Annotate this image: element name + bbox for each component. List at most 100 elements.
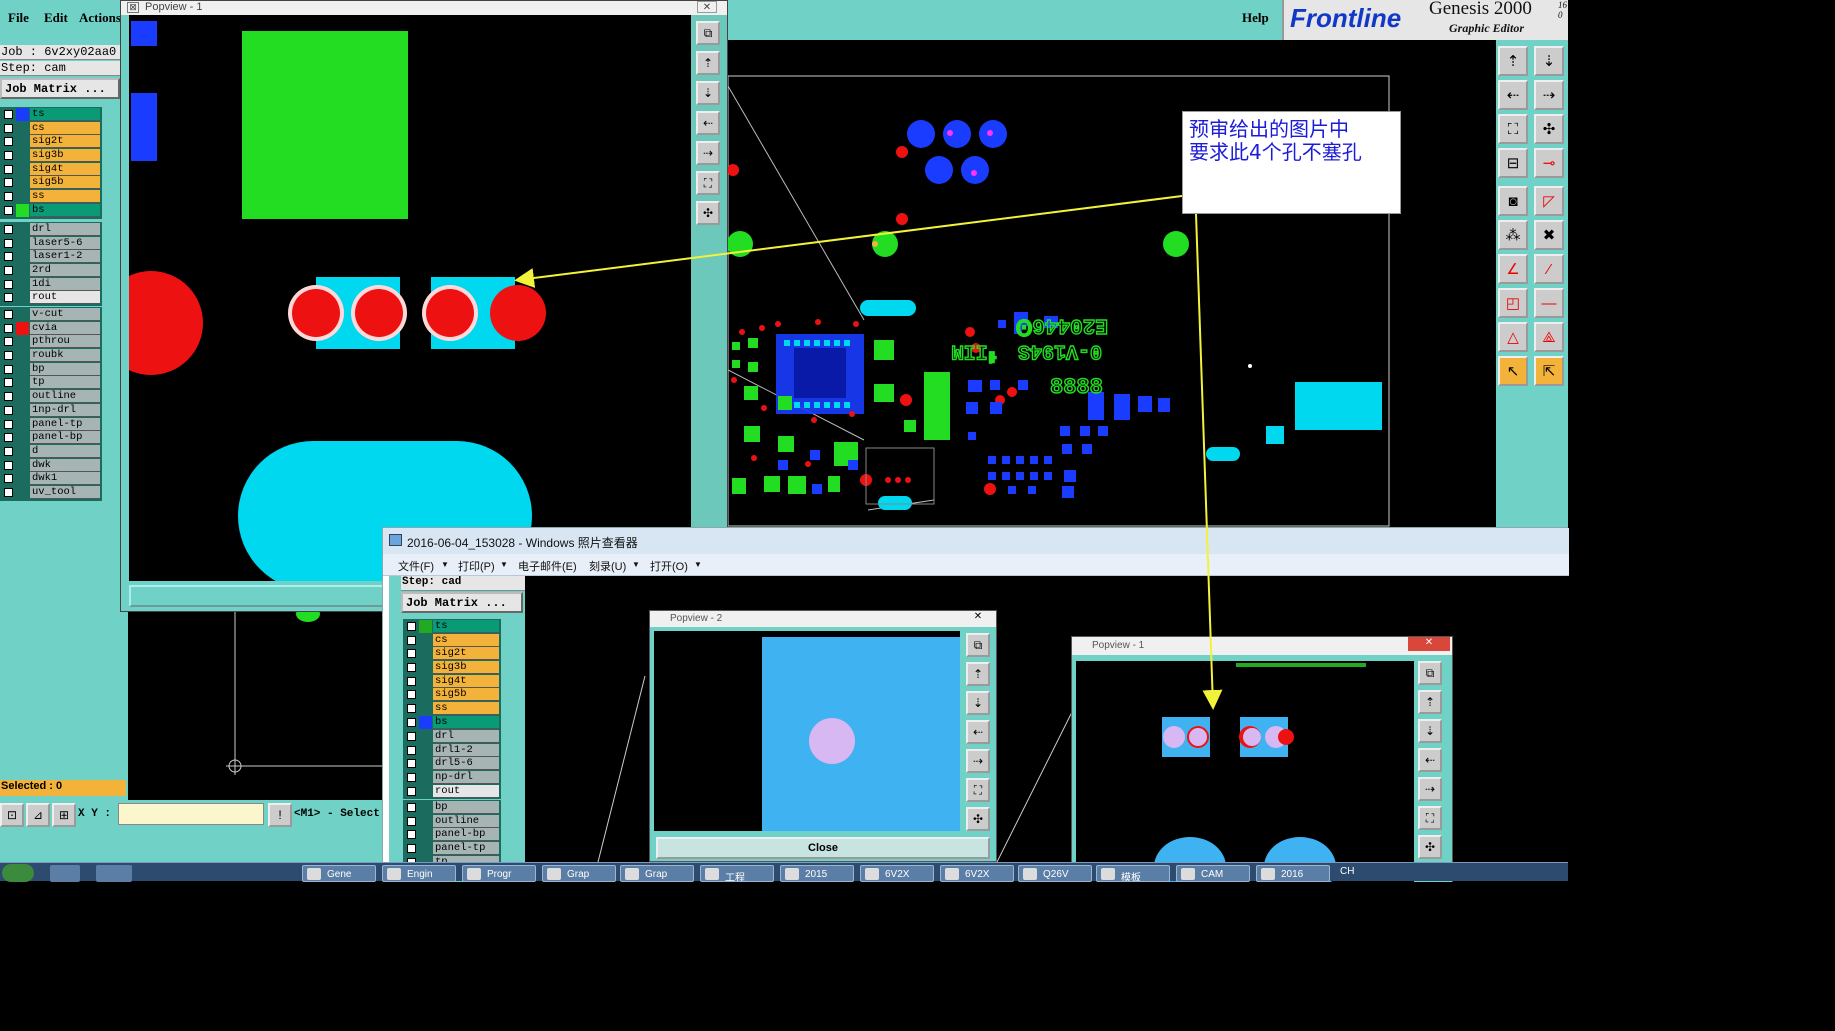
taskbar-item[interactable]: 模板	[1096, 865, 1170, 882]
edit-icon[interactable]: ⊿	[26, 803, 50, 827]
pv-right-icon[interactable]: ⇢	[696, 141, 720, 165]
layer-checkbox[interactable]	[407, 830, 416, 840]
layer-row[interactable]: bp	[1, 362, 101, 377]
layer-checkbox[interactable]	[4, 392, 13, 402]
layer-row[interactable]: bs	[404, 715, 500, 730]
layer-row[interactable]: roubk	[1, 349, 101, 363]
layer-checkbox[interactable]	[4, 164, 13, 174]
layer-checkbox[interactable]	[4, 110, 13, 119]
taskbar-item[interactable]: 工程	[700, 865, 774, 882]
layer-row[interactable]: ts	[1, 108, 101, 122]
tool-pads-icon[interactable]: ⁂	[1498, 220, 1528, 250]
layer-checkbox[interactable]	[4, 238, 13, 248]
layer-checkbox[interactable]	[407, 704, 416, 714]
taskbar-item[interactable]: Progr	[462, 865, 536, 882]
layer-checkbox[interactable]	[4, 419, 13, 429]
layer-row[interactable]: sig5b	[1, 176, 101, 190]
pv-down-icon[interactable]: ⇣	[696, 81, 720, 105]
layer-checkbox[interactable]	[4, 205, 13, 215]
layer-checkbox[interactable]	[4, 123, 13, 133]
layer-row[interactable]: ts	[404, 620, 500, 634]
layer-checkbox[interactable]	[407, 786, 416, 796]
pv-fit-icon[interactable]: ⛶	[696, 171, 720, 195]
tool-move-down-icon[interactable]: ⇣	[1534, 46, 1564, 76]
start-button-icon[interactable]	[2, 864, 34, 882]
taskbar-item[interactable]: 6V2X	[860, 865, 934, 882]
taskbar-item[interactable]: 2016	[1256, 865, 1330, 882]
layer-checkbox[interactable]	[407, 622, 416, 631]
layer-row[interactable]: cs	[404, 633, 500, 648]
layer-checkbox[interactable]	[407, 803, 416, 812]
layer-checkbox[interactable]	[4, 446, 13, 456]
menu-edit[interactable]: Edit	[44, 10, 68, 26]
layer-row[interactable]: sig5b	[404, 688, 500, 702]
taskbar-item[interactable]: CAM	[1176, 865, 1250, 882]
layer-checkbox[interactable]	[4, 364, 13, 374]
taskbar-item[interactable]: 2015	[780, 865, 854, 882]
taskbar-item[interactable]: Gene	[302, 865, 376, 882]
layer-checkbox[interactable]	[4, 178, 13, 188]
taskbar-item[interactable]: 6V2X	[940, 865, 1014, 882]
tool-move-left-icon[interactable]: ⇠	[1498, 80, 1528, 110]
layer-row[interactable]: sig3b	[1, 149, 101, 163]
menu-actions[interactable]: Actions	[79, 10, 121, 26]
layer-row[interactable]: sig2t	[1, 135, 101, 149]
layer-checkbox[interactable]	[4, 137, 13, 147]
layer-checkbox[interactable]	[4, 378, 13, 388]
layer-checkbox[interactable]	[407, 844, 416, 854]
layer-checkbox[interactable]	[4, 337, 13, 347]
layer-row[interactable]: outline	[404, 814, 500, 829]
layer-checkbox[interactable]	[4, 323, 13, 333]
tool-pointer-icon[interactable]: ↖	[1498, 356, 1528, 386]
tool-move-up-icon[interactable]: ⇡	[1498, 46, 1528, 76]
layer-row[interactable]: cvia	[1, 321, 101, 336]
layer-row[interactable]: v-cut	[1, 308, 101, 322]
layer-row[interactable]: ss	[1, 190, 101, 204]
layer-checkbox[interactable]	[407, 676, 416, 686]
tool-line-icon[interactable]: ⁄	[1534, 254, 1564, 284]
pv-up-icon[interactable]: ⇡	[696, 51, 720, 75]
taskbar-item[interactable]: Grap	[542, 865, 616, 882]
menu-file[interactable]: File	[8, 10, 29, 26]
layer-row[interactable]: drl	[1, 223, 101, 237]
pv-left-icon[interactable]: ⇠	[696, 111, 720, 135]
pv-menu-open[interactable]: 打开(O)	[650, 558, 688, 574]
xy-input[interactable]	[118, 803, 264, 825]
tool-pointer2-icon[interactable]: ⇱	[1534, 356, 1564, 386]
layer-row[interactable]: 2rd	[1, 264, 101, 278]
grid-icon[interactable]: ⊞	[52, 803, 76, 827]
close-icon[interactable]: ✕	[697, 1, 717, 13]
tool-edit-icon[interactable]: ◸	[1534, 186, 1564, 216]
tool-zoom-home-icon[interactable]: ✣	[1534, 114, 1564, 144]
layer-checkbox[interactable]	[407, 635, 416, 645]
tool-measure-icon[interactable]: ⊟	[1498, 148, 1528, 178]
taskbar-chrome-icon[interactable]	[50, 865, 80, 882]
popview-1-canvas[interactable]	[129, 15, 691, 581]
tray-lang[interactable]: CH	[1340, 866, 1354, 877]
layer-checkbox[interactable]	[407, 745, 416, 755]
layer-checkbox[interactable]	[4, 474, 13, 484]
layer-row[interactable]: pthrou	[1, 335, 101, 349]
layer-checkbox[interactable]	[407, 773, 416, 783]
layer-row[interactable]: uv_tool	[1, 485, 101, 500]
layer-checkbox[interactable]	[4, 225, 13, 234]
taskbar-app-icon[interactable]	[96, 865, 132, 882]
layer-checkbox[interactable]	[4, 310, 13, 319]
layer-row[interactable]: drl1-2	[404, 743, 500, 758]
layer-row[interactable]: drl	[404, 730, 500, 744]
layer-checkbox[interactable]	[4, 293, 13, 303]
tool-angle-icon[interactable]: ∠	[1498, 254, 1528, 284]
zoom-icon[interactable]: ⊡	[0, 803, 24, 827]
layer-row[interactable]: dwk1	[1, 472, 101, 486]
layer-row[interactable]: sig3b	[404, 661, 500, 675]
layer-row[interactable]: 1np-drl	[1, 403, 101, 418]
tool-select-icon[interactable]: ◙	[1498, 186, 1528, 216]
tool-hline-icon[interactable]: —	[1534, 288, 1564, 318]
layer-row[interactable]: panel-tp	[404, 842, 500, 856]
layer-checkbox[interactable]	[4, 351, 13, 361]
layer-row[interactable]: laser5-6	[1, 236, 101, 251]
pv-menu-file[interactable]: 文件(F)	[398, 558, 434, 574]
layer-checkbox[interactable]	[4, 433, 13, 443]
menu-help[interactable]: Help	[1242, 10, 1269, 26]
system-tray[interactable]	[1362, 865, 1568, 882]
